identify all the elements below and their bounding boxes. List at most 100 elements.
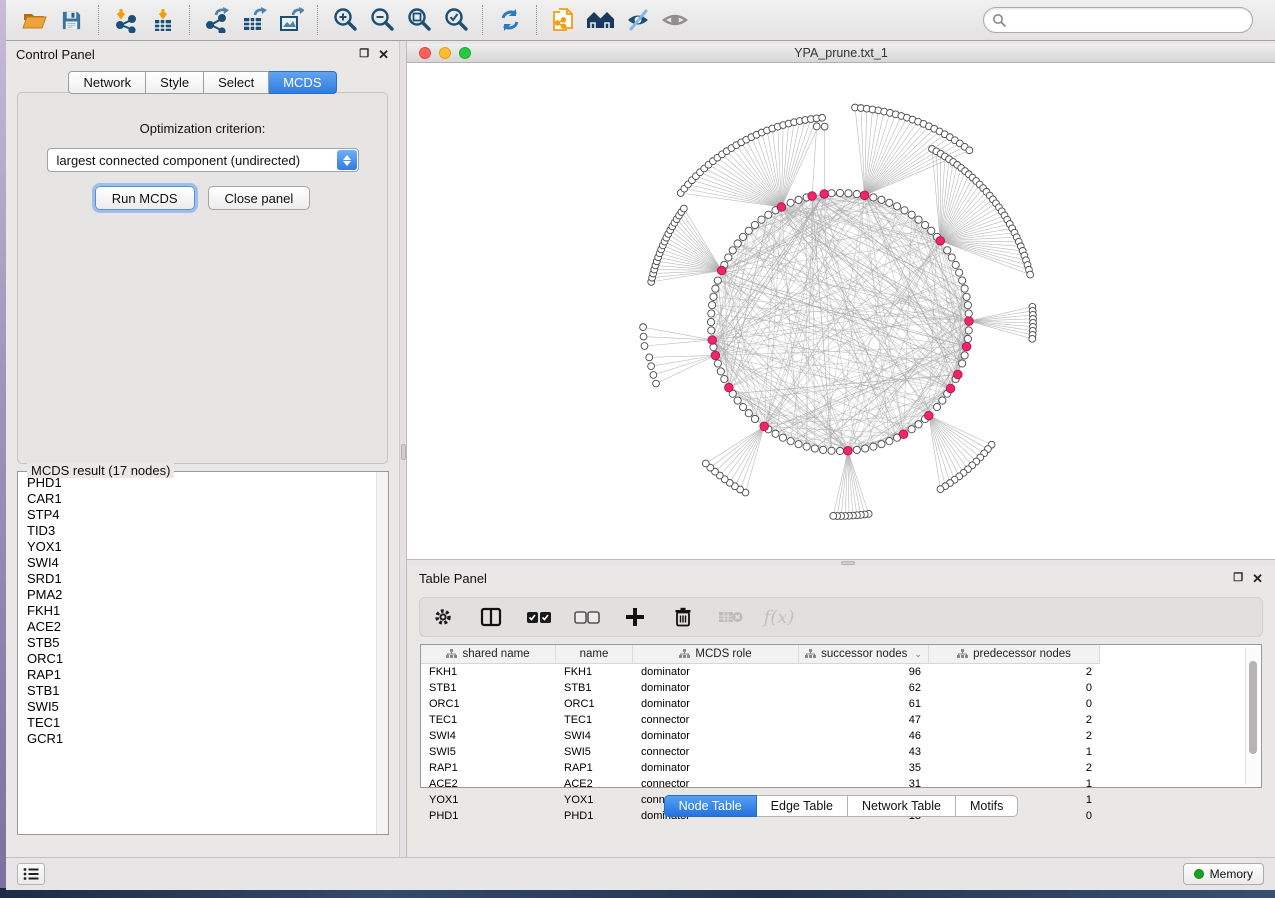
mcds-result-item[interactable]: STB5 bbox=[27, 635, 375, 651]
delete-column-trash-icon[interactable] bbox=[670, 604, 696, 630]
graph-node[interactable] bbox=[939, 397, 946, 404]
graph-hub-node[interactable] bbox=[820, 190, 829, 199]
graph-node[interactable] bbox=[707, 318, 714, 325]
graph-node[interactable] bbox=[710, 344, 717, 351]
mcds-result-item[interactable]: FKH1 bbox=[27, 603, 375, 619]
zoom-fit-icon[interactable] bbox=[400, 4, 437, 36]
zoom-out-icon[interactable] bbox=[363, 4, 400, 36]
mcds-result-item[interactable]: SRD1 bbox=[27, 571, 375, 587]
graph-node[interactable] bbox=[702, 460, 709, 467]
mcds-result-item[interactable]: STP4 bbox=[27, 507, 375, 523]
mcds-result-list[interactable]: PHD1CAR1STP4TID3YOX1SWI4SRD1PMA2FKH1ACE2… bbox=[27, 475, 375, 831]
graph-hub-node[interactable] bbox=[965, 317, 974, 326]
network-graph[interactable] bbox=[407, 63, 1274, 559]
tab-mcds[interactable]: MCDS bbox=[269, 71, 336, 94]
graph-node[interactable] bbox=[708, 310, 715, 317]
graph-node[interactable] bbox=[758, 216, 765, 223]
graph-hub-node[interactable] bbox=[808, 192, 817, 201]
graph-node[interactable] bbox=[795, 441, 802, 448]
mcds-result-item[interactable]: STB1 bbox=[27, 683, 375, 699]
graph-node[interactable] bbox=[836, 189, 843, 196]
graph-hub-node[interactable] bbox=[954, 370, 963, 379]
graph-node[interactable] bbox=[836, 447, 843, 454]
run-mcds-button[interactable]: Run MCDS bbox=[95, 186, 195, 210]
graph-node[interactable] bbox=[870, 194, 877, 201]
graph-node[interactable] bbox=[944, 247, 951, 254]
mcds-result-scrollbar[interactable] bbox=[376, 472, 388, 834]
graph-node[interactable] bbox=[653, 380, 660, 387]
graph-node[interactable] bbox=[961, 352, 968, 359]
splitter-grip[interactable] bbox=[841, 561, 855, 565]
graph-node[interactable] bbox=[725, 254, 732, 261]
graph-node[interactable] bbox=[886, 199, 893, 206]
graph-hub-node[interactable] bbox=[899, 430, 908, 439]
graph-hub-node[interactable] bbox=[962, 342, 971, 351]
tab-select[interactable]: Select bbox=[204, 71, 269, 94]
close-panel-button[interactable]: Close panel bbox=[208, 186, 311, 210]
mcds-result-item[interactable]: ACE2 bbox=[27, 619, 375, 635]
graph-node[interactable] bbox=[853, 191, 860, 198]
graph-node[interactable] bbox=[963, 293, 970, 300]
close-panel-icon[interactable]: ✕ bbox=[378, 48, 389, 61]
deselect-all-checkboxes-icon[interactable] bbox=[574, 604, 600, 630]
graph-node[interactable] bbox=[714, 360, 721, 367]
network-window-titlebar[interactable]: YPA_prune.txt_1 bbox=[407, 44, 1275, 63]
graph-node[interactable] bbox=[680, 205, 687, 212]
graph-node[interactable] bbox=[853, 446, 860, 453]
graph-node[interactable] bbox=[821, 123, 828, 130]
table-row[interactable]: FKH1FKH1dominator962 bbox=[421, 664, 1261, 680]
table-header-row[interactable]: shared namenameMCDS rolesuccessor nodes⌄… bbox=[421, 645, 1100, 664]
graph-hub-node[interactable] bbox=[777, 203, 786, 212]
home-network-icon[interactable] bbox=[582, 4, 619, 36]
mcds-result-item[interactable]: SWI5 bbox=[27, 699, 375, 715]
tab-node-table[interactable]: Node Table bbox=[664, 795, 757, 817]
graph-node[interactable] bbox=[820, 446, 827, 453]
network-search-field[interactable] bbox=[983, 7, 1253, 33]
graph-node[interactable] bbox=[739, 403, 746, 410]
graph-node[interactable] bbox=[964, 335, 971, 342]
graph-node[interactable] bbox=[901, 207, 908, 214]
mcds-result-item[interactable]: PMA2 bbox=[27, 587, 375, 603]
mcds-result-item[interactable]: RAP1 bbox=[27, 667, 375, 683]
graph-node[interactable] bbox=[772, 430, 779, 437]
float-panel-icon[interactable]: ❐ bbox=[1233, 572, 1243, 585]
graph-node[interactable] bbox=[908, 211, 915, 218]
graph-node[interactable] bbox=[933, 403, 940, 410]
graph-node[interactable] bbox=[640, 324, 647, 331]
graph-hub-node[interactable] bbox=[708, 336, 717, 345]
panel-splitter[interactable] bbox=[400, 41, 407, 857]
graph-node[interactable] bbox=[811, 445, 818, 452]
graph-node[interactable] bbox=[828, 190, 835, 197]
graph-node[interactable] bbox=[961, 285, 968, 292]
graph-node[interactable] bbox=[948, 254, 955, 261]
graph-hub-node[interactable] bbox=[860, 191, 869, 200]
mcds-result-item[interactable]: CAR1 bbox=[27, 491, 375, 507]
column-header-MCDS-role[interactable]: MCDS role bbox=[633, 645, 799, 663]
graph-node[interactable] bbox=[956, 269, 963, 276]
graph-node[interactable] bbox=[965, 327, 972, 334]
graph-node[interactable] bbox=[779, 434, 786, 441]
graph-node[interactable] bbox=[830, 512, 837, 519]
graph-node[interactable] bbox=[878, 441, 885, 448]
column-header-predecessor-nodes[interactable]: predecessor nodes bbox=[929, 645, 1100, 663]
column-header-successor-nodes[interactable]: successor nodes⌄ bbox=[799, 645, 929, 663]
column-header-name[interactable]: name bbox=[556, 645, 633, 663]
table-row[interactable]: ACE2ACE2connector311 bbox=[421, 776, 1261, 792]
network-canvas[interactable] bbox=[407, 63, 1275, 559]
graph-hub-node[interactable] bbox=[725, 383, 734, 392]
graph-node[interactable] bbox=[751, 221, 758, 228]
graph-hub-node[interactable] bbox=[717, 266, 726, 275]
graph-node[interactable] bbox=[646, 354, 653, 361]
graph-node[interactable] bbox=[709, 302, 716, 309]
graph-node[interactable] bbox=[739, 233, 746, 240]
graph-node[interactable] bbox=[959, 360, 966, 367]
graph-node[interactable] bbox=[751, 415, 758, 422]
tab-network-table[interactable]: Network Table bbox=[848, 795, 956, 817]
graph-node[interactable] bbox=[908, 426, 915, 433]
graph-hub-node[interactable] bbox=[760, 422, 769, 431]
import-network-icon[interactable] bbox=[107, 4, 144, 36]
tab-motifs[interactable]: Motifs bbox=[956, 795, 1018, 817]
graph-node[interactable] bbox=[813, 123, 820, 130]
graph-node[interactable] bbox=[965, 310, 972, 317]
graph-node[interactable] bbox=[819, 114, 826, 121]
